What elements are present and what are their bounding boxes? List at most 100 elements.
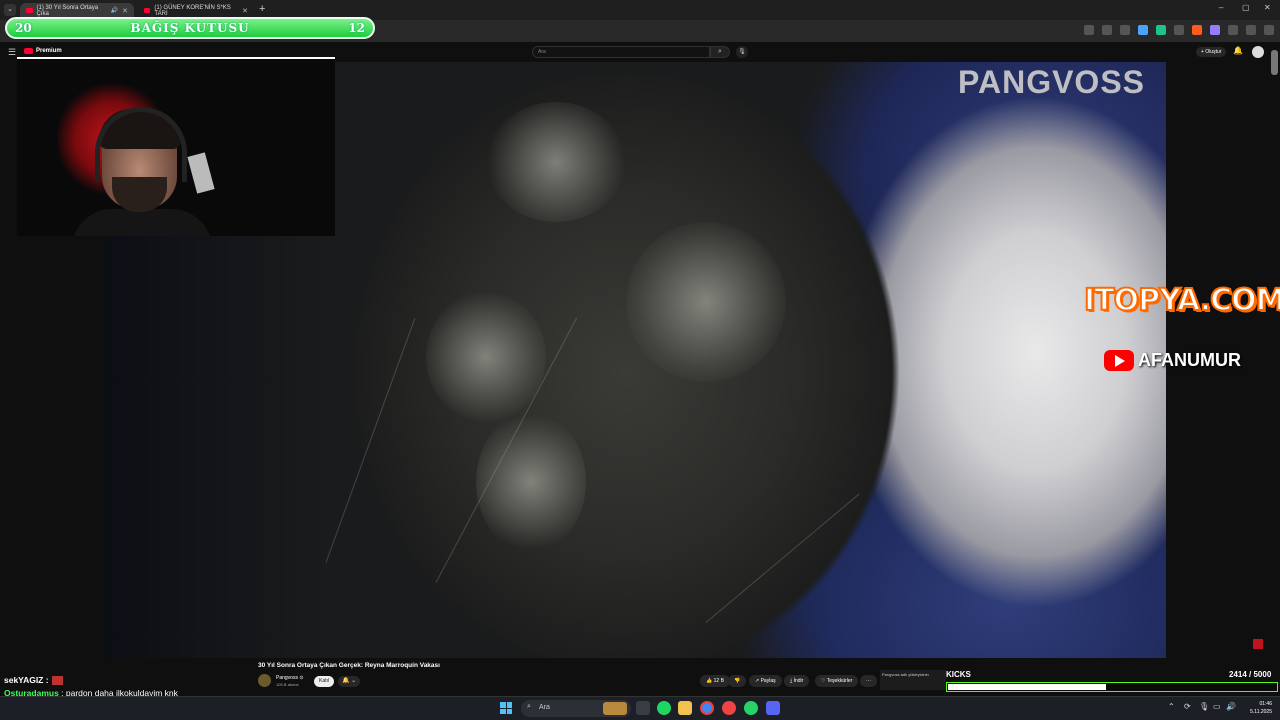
download-button[interactable]: ⤓ İndir [784, 675, 810, 687]
close-tab-icon[interactable]: ✕ [242, 7, 248, 15]
popup-text: Pangvoss adlı yükleyicinin [882, 672, 929, 677]
close-window-button[interactable]: ✕ [1264, 3, 1271, 12]
donation-right-count: 12 [348, 21, 365, 35]
city-lights [486, 102, 626, 222]
whatsapp-icon[interactable] [744, 701, 758, 715]
subscription-bell-button[interactable]: 🔔 ⌄ [338, 676, 361, 687]
youtube-logo[interactable]: Premium [24, 48, 62, 54]
donation-title: BAĞIŞ KUTUSU [130, 21, 250, 35]
search-input[interactable]: Ara [532, 46, 710, 58]
search-highlight-image [603, 702, 627, 715]
microphone-icon[interactable]: 🎙 [736, 46, 748, 58]
sync-icon[interactable]: ⟳ [1184, 702, 1191, 711]
chat-message: sekYAGIZ : [4, 674, 254, 687]
system-clock[interactable]: 01:46 5.11.2025 [1238, 700, 1272, 716]
account-avatar[interactable] [1252, 46, 1264, 58]
donation-left-count: 20 [15, 21, 32, 35]
zoom-icon[interactable] [1102, 25, 1112, 35]
download-label: İndir [793, 678, 804, 684]
join-button[interactable]: Katıl [314, 676, 335, 687]
start-icon[interactable] [500, 702, 512, 714]
emote-icon [51, 676, 63, 686]
tab-search-button[interactable]: ⌄ [4, 4, 16, 16]
city-lights [426, 292, 546, 422]
close-tab-icon[interactable]: ✕ [122, 7, 128, 15]
taskbar-search[interactable]: ⌕ Ara [521, 700, 631, 717]
browser-tab-1[interactable]: (1) 30 Yıl Sonra Ortaya Çıka 🔊 ✕ [20, 3, 134, 18]
streamer-beard [112, 177, 167, 212]
chrome-icon[interactable] [700, 701, 714, 715]
more-actions-button[interactable]: ··· [860, 675, 877, 687]
volume-icon[interactable]: 🔊 [1226, 702, 1236, 711]
youtube-favicon-icon [26, 8, 33, 13]
webcam-overlay [17, 57, 335, 236]
browser-tab-2[interactable]: (1) GÜNEY KORE'NİN S*KS TARİ ✕ [138, 3, 254, 18]
speaker-icon[interactable]: 🔊 [111, 7, 118, 14]
new-tab-button[interactable]: + [259, 3, 265, 15]
youtube-favicon-icon [144, 8, 151, 13]
like-button[interactable]: 👍 12 B [700, 675, 730, 687]
kicks-goal-bar [946, 682, 1278, 692]
tray-overflow-icon[interactable]: ⌃ [1168, 702, 1175, 711]
sponsor-youtube-channel: AFANUMUR [1104, 350, 1241, 371]
scrollbar-thumb[interactable] [1271, 50, 1278, 75]
clock-time: 01:46 [1259, 701, 1272, 707]
extension-icon[interactable] [1192, 25, 1202, 35]
share-label: Paylaş [760, 678, 776, 684]
windows-taskbar: ⌕ Ara ⌃ ⟳ 🎙 ▭ 🔊 01:46 5.11.2025 [0, 696, 1280, 720]
extension-icon[interactable] [1138, 25, 1148, 35]
subscriber-count: 105 B abone [276, 682, 299, 687]
tab-label: (1) 30 Yıl Sonra Ortaya Çıka [36, 4, 99, 17]
city-lights [476, 412, 586, 552]
app-icon[interactable] [722, 701, 736, 715]
menu-dots-icon[interactable] [1264, 25, 1274, 35]
kicks-goal-count: 2414 / 5000 [1229, 670, 1272, 679]
extension-icon[interactable] [1156, 25, 1166, 35]
puzzle-icon[interactable] [1228, 25, 1238, 35]
spotify-icon[interactable] [657, 701, 671, 715]
thanks-label: Teşekkürler [826, 678, 853, 684]
dislike-button[interactable]: 👎 [728, 675, 747, 687]
mic-tray-icon[interactable]: 🎙 [1199, 702, 1209, 711]
streamer-body [72, 209, 212, 236]
share-button[interactable]: ↗ Paylaş [749, 675, 782, 687]
task-view-icon[interactable] [636, 701, 650, 715]
recommendation-popup[interactable]: Pangvoss adlı yükleyicinin [880, 670, 946, 690]
minimize-button[interactable]: – [1219, 3, 1223, 12]
sponsor-logo-itopya: ITOPYA.COM [1083, 282, 1280, 319]
youtube-icon [1104, 350, 1134, 371]
channel-name: AFANUMUR [1138, 350, 1241, 370]
channel-watermark: PANGVOSS [958, 64, 1145, 100]
microphone [187, 152, 215, 194]
video-title: 30 Yıl Sonra Ortaya Çıkan Gerçek: Reyna … [258, 662, 440, 669]
network-icon[interactable]: ▭ [1213, 702, 1221, 711]
discord-icon[interactable] [766, 701, 780, 715]
create-button[interactable]: + Oluştur [1196, 47, 1227, 57]
notification-badge [1253, 639, 1263, 649]
search-icon: ⌕ [527, 703, 531, 710]
bookmark-star-icon[interactable] [1120, 25, 1130, 35]
coastline [705, 493, 860, 623]
tab-label: (1) GÜNEY KORE'NİN S*KS TARİ [154, 4, 231, 17]
file-explorer-icon[interactable] [678, 701, 692, 715]
extension-icon[interactable] [1174, 25, 1184, 35]
kicks-goal-fill [948, 684, 1106, 690]
thanks-button[interactable]: ♡ Teşekkürler [815, 675, 859, 687]
city-lights [626, 222, 786, 382]
channel-avatar[interactable] [258, 674, 271, 687]
kicks-goal-label: KICKS [946, 670, 971, 679]
chat-separator: : [43, 675, 49, 685]
search-button[interactable]: ⌕ [710, 46, 730, 58]
install-icon[interactable] [1084, 25, 1094, 35]
maximize-button[interactable]: ▢ [1242, 3, 1250, 12]
donation-box-overlay: 20 BAĞIŞ KUTUSU 12 [5, 17, 375, 39]
notifications-icon[interactable]: 🔔 [1233, 46, 1243, 55]
hamburger-menu-icon[interactable]: ☰ [8, 47, 16, 58]
extension-icon[interactable] [1210, 25, 1220, 35]
profile-icon[interactable] [1246, 25, 1256, 35]
channel-name[interactable]: Pangvoss ⊙ [276, 675, 304, 681]
logo-text: Premium [36, 48, 62, 54]
chat-username: sekYAGIZ [4, 675, 44, 685]
headset [95, 107, 187, 182]
taskbar-search-label: Ara [539, 704, 550, 711]
